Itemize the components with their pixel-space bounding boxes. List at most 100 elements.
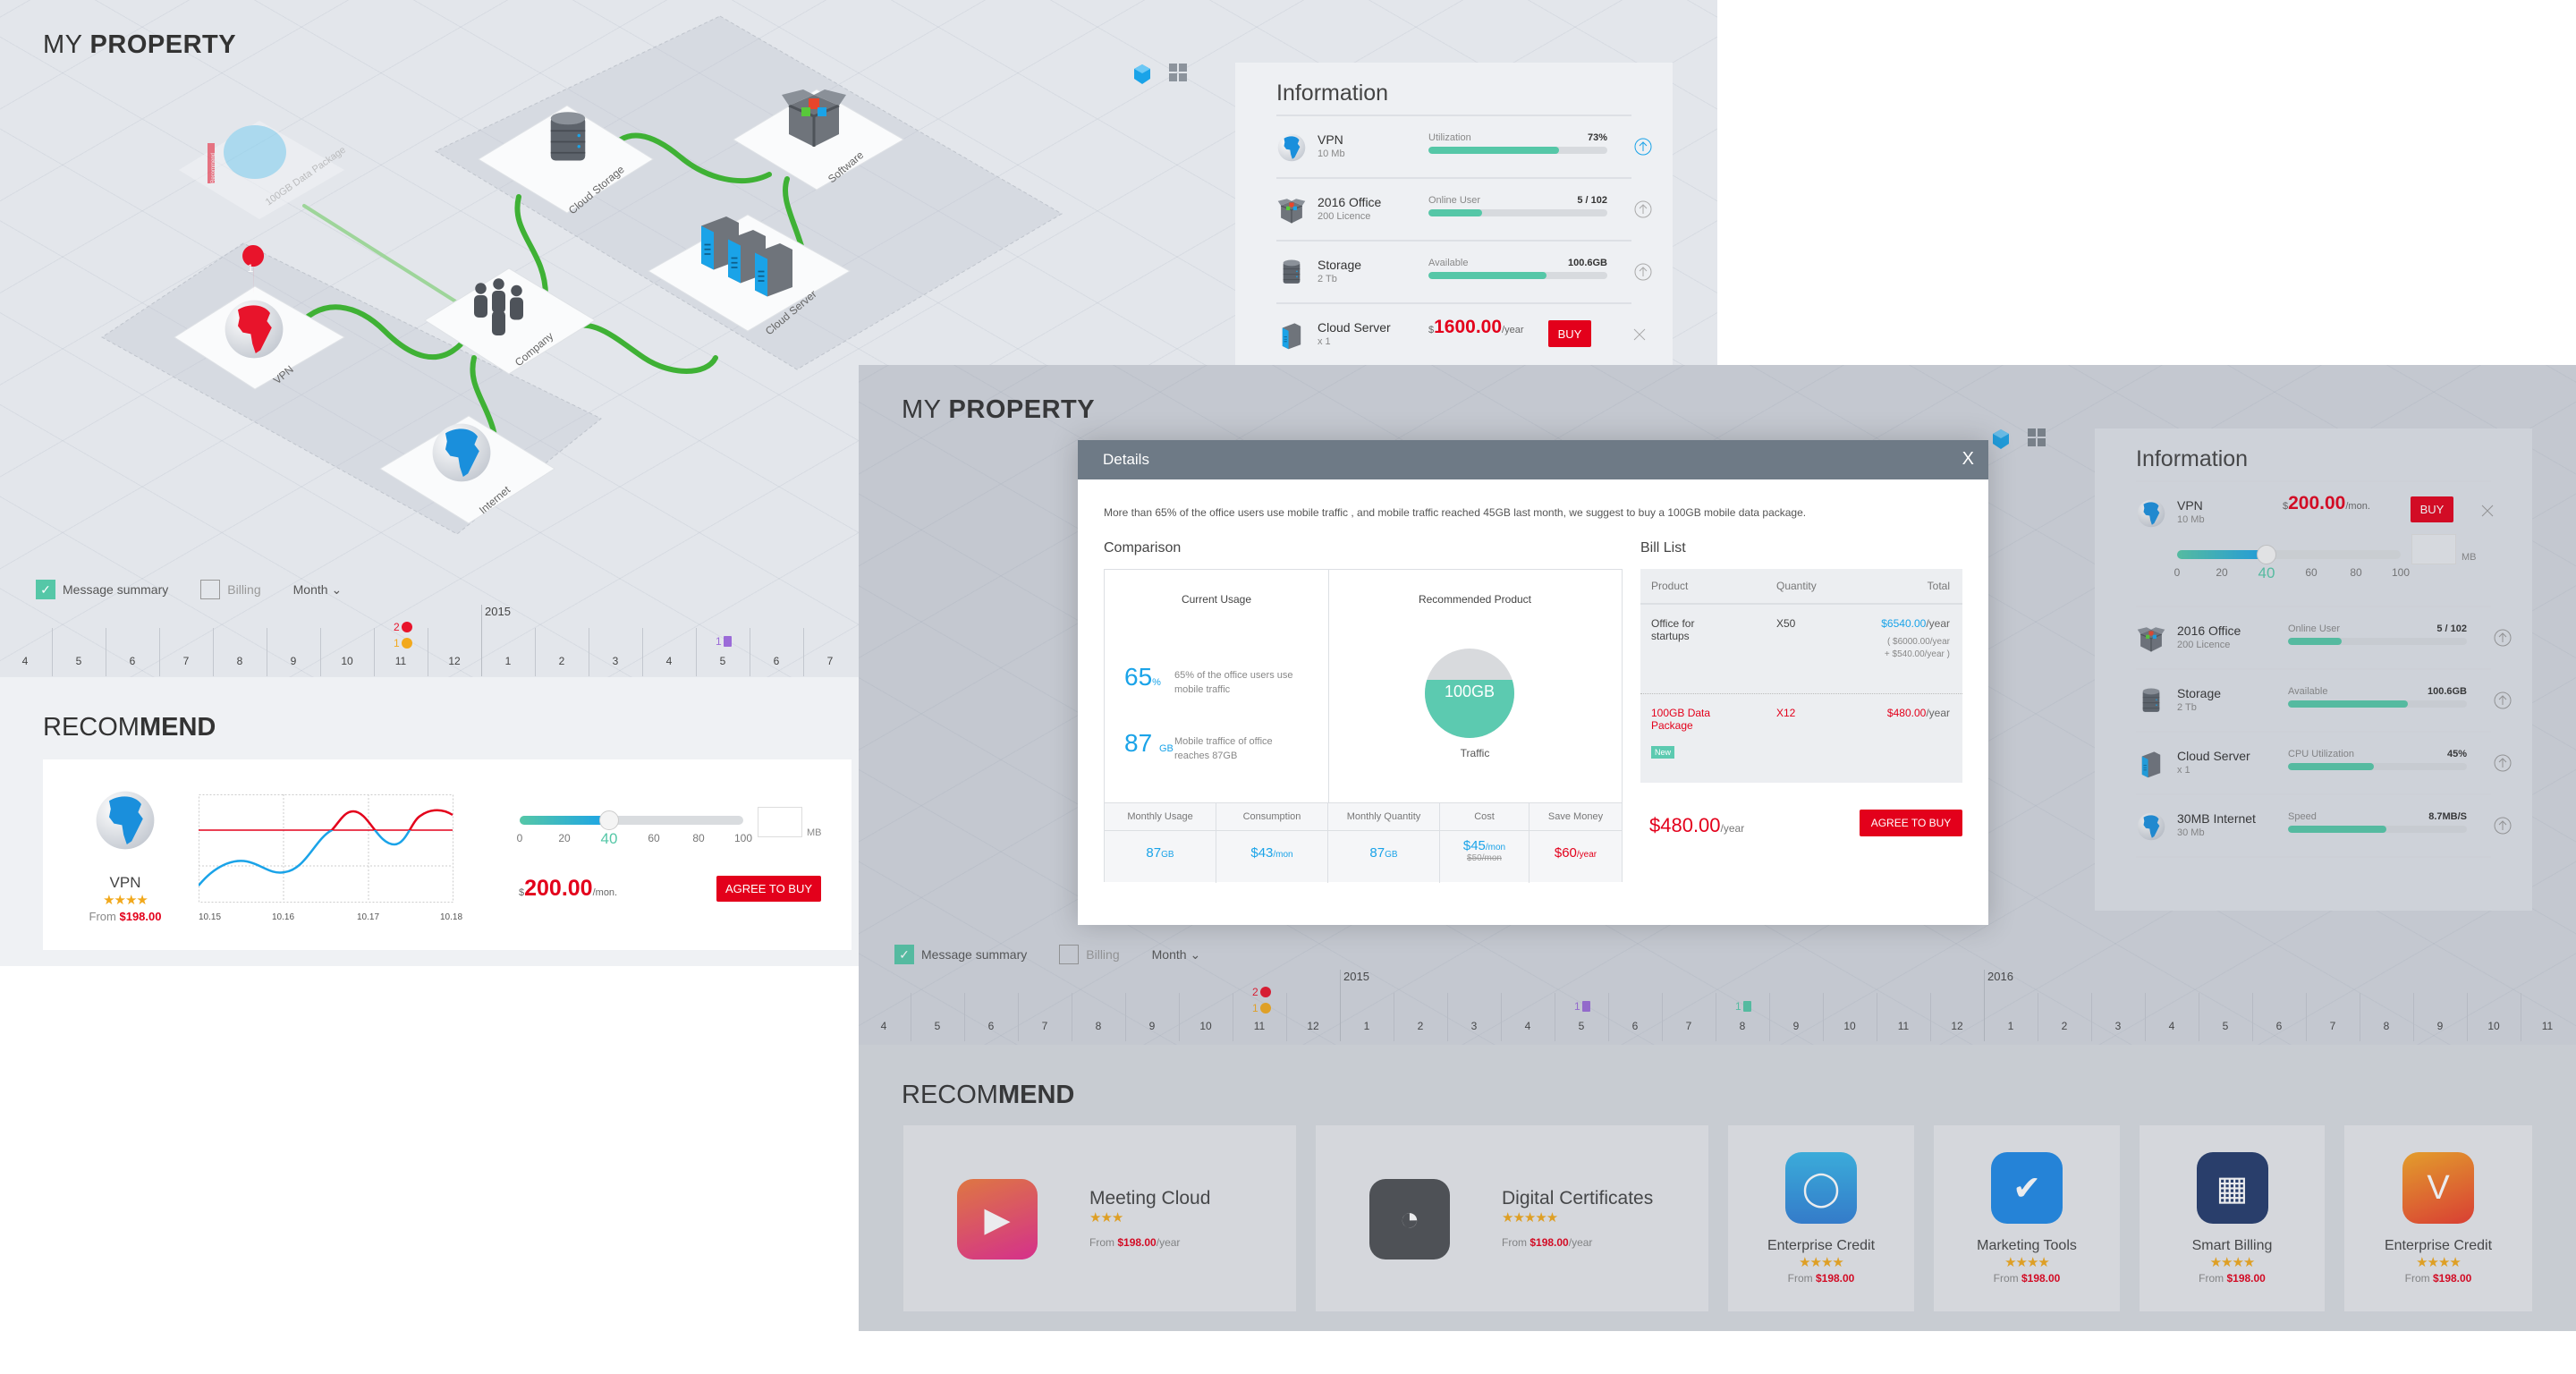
- bowl-icon: [224, 125, 286, 179]
- column-value: 87GB: [1369, 845, 1398, 861]
- upgrade-icon[interactable]: [1634, 263, 1652, 281]
- gift-icon: [723, 636, 732, 647]
- globe-icon: [1276, 132, 1307, 163]
- comparison-box: Current Usage Recommended Product 65% 65…: [1104, 569, 1623, 883]
- price-amount: 1600.00: [1434, 317, 1503, 337]
- month-label[interactable]: 9: [280, 655, 307, 667]
- month-label[interactable]: 4: [12, 655, 38, 667]
- month-tick: [213, 628, 214, 676]
- slider-tick-label: 20: [558, 832, 571, 844]
- progress-bar: [1428, 272, 1607, 279]
- month-label[interactable]: 5: [65, 655, 92, 667]
- bill-breakdown: ( $6000.00/year: [1886, 637, 1950, 647]
- column-header: Cost: [1440, 803, 1529, 831]
- buy-button[interactable]: BUY: [1548, 320, 1591, 347]
- timeline-event-gift-icon[interactable]: 1: [716, 635, 732, 648]
- server-icon: [1276, 320, 1307, 351]
- slider-tick-label: 80: [692, 832, 705, 844]
- month-label[interactable]: 11: [387, 655, 414, 667]
- price-period: /year: [1502, 325, 1524, 335]
- mb-input[interactable]: [758, 807, 802, 837]
- month-tick: [159, 628, 160, 676]
- period-dropdown[interactable]: Month ⌄: [293, 582, 343, 598]
- recommend-card-vpn: VPN ★★★★ From $198.00 10.15 10.16 10.17 …: [43, 759, 852, 950]
- month-label[interactable]: 4: [656, 655, 682, 667]
- info-row-storage[interactable]: Storage 2 Tb Available 100.6GB: [1276, 242, 1631, 304]
- info-row-cloud-server[interactable]: Cloud Server x 1 $1600.00/year BUY: [1276, 304, 1646, 367]
- month-label[interactable]: 7: [173, 655, 199, 667]
- month-tick: [535, 628, 536, 676]
- modal-header: Details X: [1078, 440, 1988, 479]
- info-row-office[interactable]: 2016 Office 200 Licence Online User 5 / …: [1276, 179, 1631, 242]
- bill-row: 100GB Data Package X12 $480.00/year New: [1640, 694, 1962, 783]
- agree-to-buy-button[interactable]: AGREE TO BUY: [716, 876, 821, 902]
- comparison-column: Consumption $43/mon: [1216, 803, 1328, 883]
- bill-quantity: X50: [1776, 617, 1796, 630]
- close-icon[interactable]: [1632, 327, 1647, 342]
- month-label[interactable]: 10: [334, 655, 360, 667]
- traffic-gauge: 100GB: [1425, 649, 1514, 738]
- panel-title: Information: [1276, 63, 1631, 116]
- agree-to-buy-button[interactable]: AGREE TO BUY: [1860, 810, 1962, 836]
- column-header: Monthly Quantity: [1328, 803, 1439, 831]
- x-tick-label: 10.18: [440, 912, 462, 922]
- month-label[interactable]: 6: [763, 655, 790, 667]
- column-header: Total: [1927, 580, 1950, 592]
- timeline-event-yellow-dot[interactable]: 1: [394, 637, 412, 649]
- month-label[interactable]: 5: [709, 655, 736, 667]
- slider-tick-label: 60: [648, 832, 660, 844]
- month-label[interactable]: 7: [817, 655, 843, 667]
- metric-value: 5 / 102: [1577, 195, 1607, 206]
- stat-description: 65% of the office users use mobile traff…: [1174, 670, 1293, 695]
- column-value: $43/mon: [1250, 845, 1293, 861]
- month-tick: [696, 628, 697, 676]
- bill-breakdown: + $540.00/year ): [1884, 649, 1950, 659]
- month-label[interactable]: 2: [548, 655, 575, 667]
- item-name: 2016 Office: [1318, 195, 1382, 209]
- bill-product: 100GB Data Package: [1651, 707, 1711, 732]
- column-header: Quantity: [1776, 580, 1817, 592]
- month-tick: [374, 628, 375, 676]
- price: $1600.00/year: [1428, 317, 1524, 338]
- month-label[interactable]: 8: [226, 655, 253, 667]
- message-summary-checkbox[interactable]: ✓: [36, 580, 55, 599]
- storage-icon: [549, 111, 587, 162]
- month-label[interactable]: 1: [495, 655, 521, 667]
- metric-label: Utilization: [1428, 132, 1471, 143]
- bill-list-title: Bill List: [1640, 540, 1686, 556]
- month-label[interactable]: 6: [119, 655, 146, 667]
- node-data-package[interactable]: 100GB Data Package Recommend: [179, 121, 348, 219]
- chart-grid: [199, 794, 453, 903]
- item-name: Storage: [1318, 258, 1362, 272]
- from-price-value: $198.00: [119, 910, 162, 923]
- item-name: VPN: [1318, 132, 1343, 147]
- product-name: VPN: [109, 874, 141, 891]
- grid-icon[interactable]: [1168, 63, 1188, 82]
- metric-label: Online User: [1428, 195, 1481, 206]
- chevron-down-icon: ⌄: [331, 581, 343, 597]
- month-label[interactable]: 3: [602, 655, 629, 667]
- month-label[interactable]: 12: [441, 655, 468, 667]
- progress-bar: [1428, 209, 1607, 216]
- timeline-filters: ✓ Message summary Billing Month ⌄: [36, 580, 342, 599]
- price-period: /mon.: [592, 887, 618, 898]
- event-count: 1: [394, 637, 400, 649]
- billing-checkbox[interactable]: [200, 580, 221, 599]
- month-tick: [52, 628, 53, 676]
- upgrade-icon[interactable]: [1634, 138, 1652, 156]
- suggestion-message: More than 65% of the office users use mo…: [1104, 506, 1807, 519]
- comparison-column: Cost $45/mon $50/mon: [1440, 803, 1530, 883]
- slider-handle[interactable]: [599, 810, 619, 830]
- close-button[interactable]: X: [1962, 449, 1974, 470]
- upgrade-icon[interactable]: [1634, 200, 1652, 218]
- info-row-vpn[interactable]: VPN 10 Mb Utilization 73%: [1276, 116, 1631, 179]
- slider-tick-label: 0: [516, 832, 523, 844]
- bill-quantity: X12: [1776, 707, 1796, 719]
- section-title: RECOMMEND: [43, 713, 216, 742]
- slider-track[interactable]: [520, 816, 743, 825]
- timeline-event-red-dot[interactable]: 2: [394, 621, 412, 633]
- x-tick-label: 10.16: [272, 912, 294, 922]
- old-price: $50/mon: [1467, 853, 1502, 863]
- year-label: 2015: [485, 605, 511, 618]
- comparison-column: Monthly Quantity 87GB: [1328, 803, 1440, 883]
